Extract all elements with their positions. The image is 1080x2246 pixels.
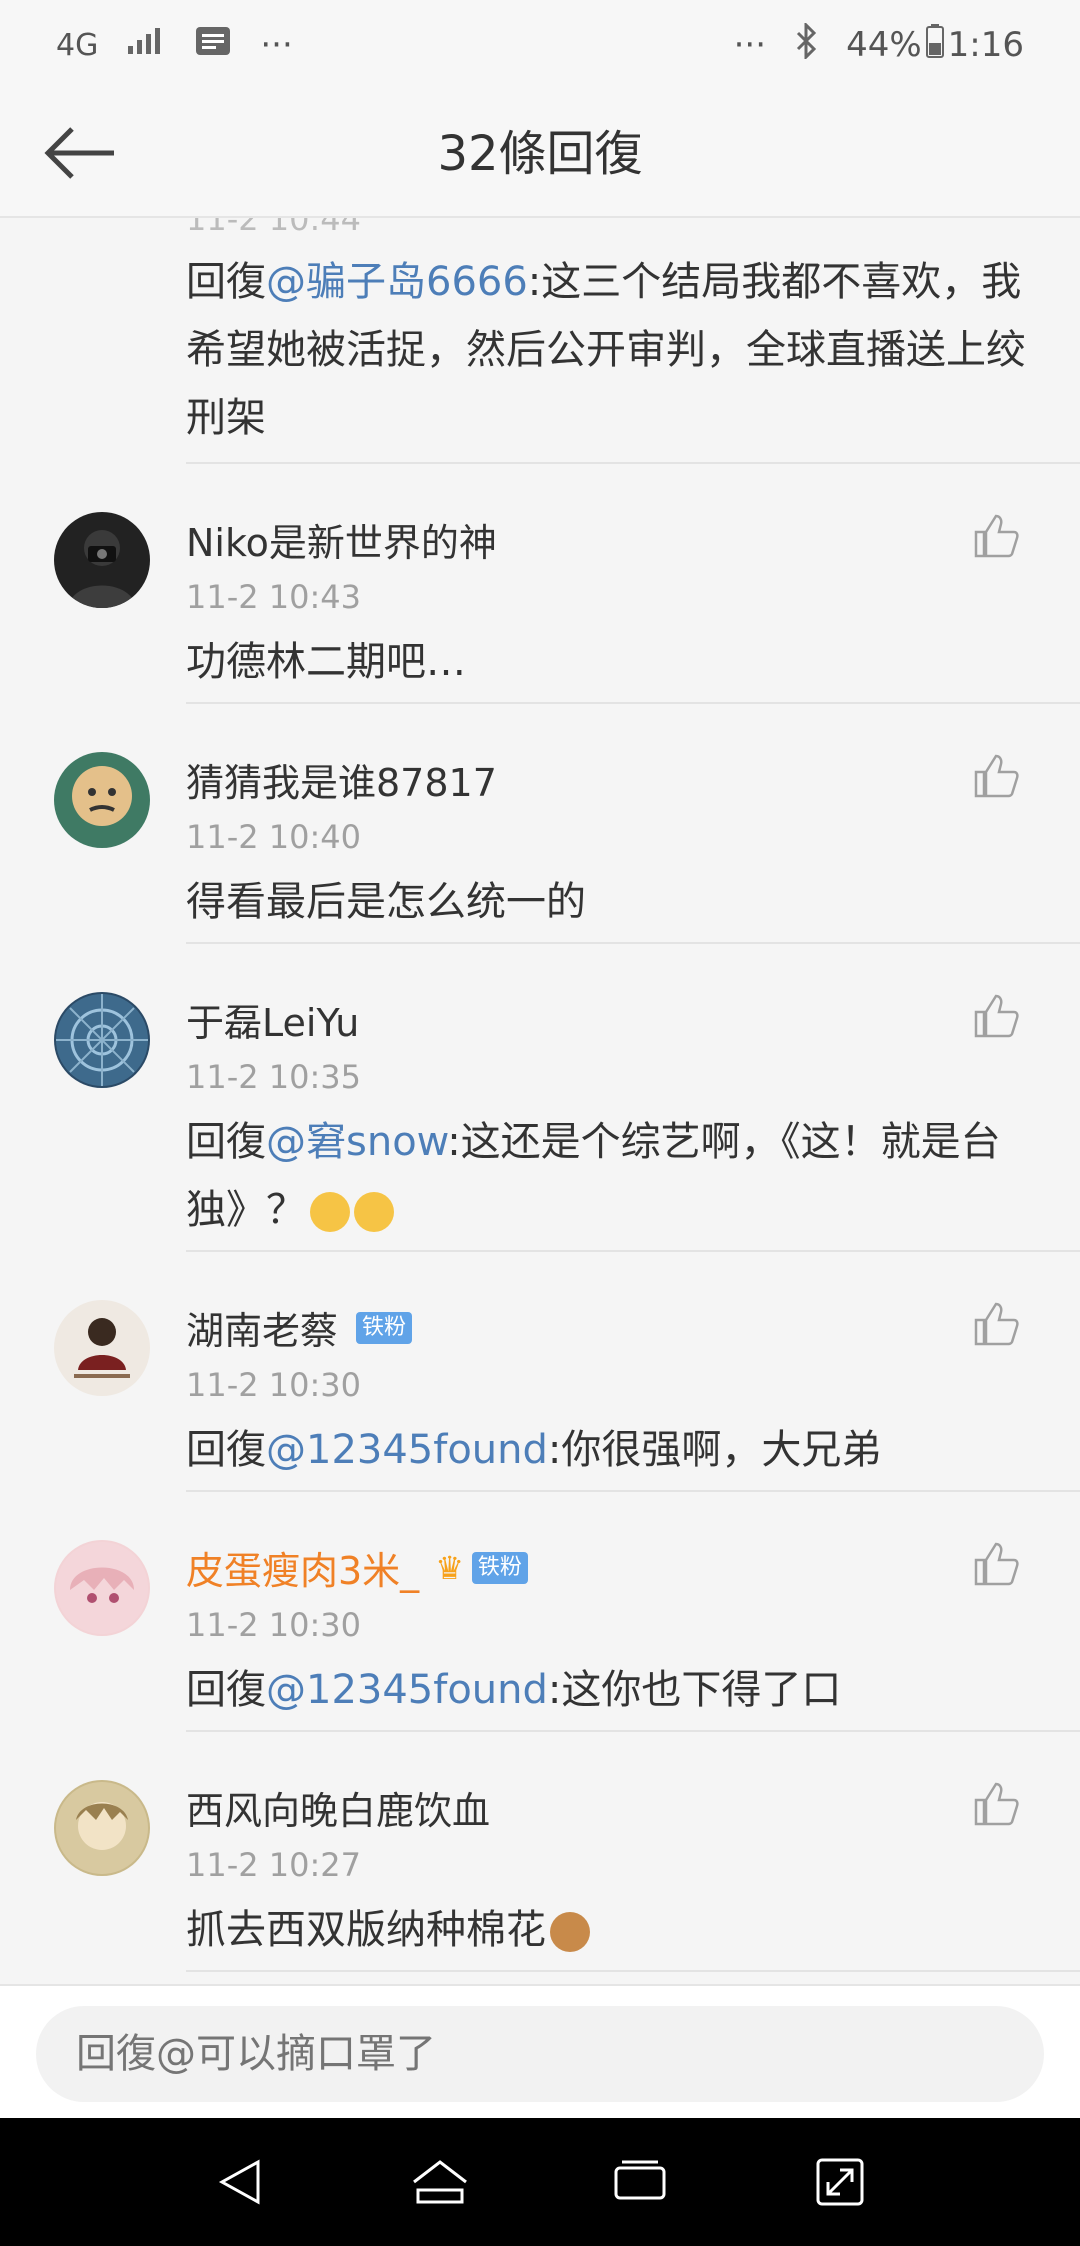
comment-username[interactable]: Niko是新世界的神 <box>186 512 497 567</box>
page-title: 32條回復 <box>437 126 643 182</box>
comment-time: 11-2 10:43 <box>186 578 362 616</box>
avatar[interactable] <box>54 1540 150 1636</box>
comment-text: 回復@12345found:这你也下得了口 <box>186 1667 842 1713</box>
laughing-emoji-icon <box>354 1192 394 1232</box>
nav-home-button[interactable] <box>400 2142 480 2222</box>
message-icon <box>194 25 232 66</box>
comment-text: 回復@窘snow:这还是个综艺啊，《这！就是台独》？ <box>186 1119 1001 1233</box>
status-bar: 4G ··· ··· 44% 1:16 <box>0 0 1080 90</box>
like-icon[interactable] <box>972 1300 1020 1348</box>
comment-text: 得看最后是怎么统一的 <box>186 879 586 925</box>
comment-text: 回復@12345found:你很强啊，大兄弟 <box>186 1427 882 1473</box>
comment-time: 11-2 10:27 <box>186 1846 362 1884</box>
clock: 1:16 <box>947 25 1024 65</box>
like-icon[interactable] <box>972 752 1020 800</box>
comment-time: 11-2 10:35 <box>186 1058 362 1096</box>
battery-percent: 44% <box>846 25 922 65</box>
comment-item[interactable]: 猜猜我是谁87817 11-2 10:40 得看最后是怎么统一的 <box>0 704 1080 942</box>
like-icon[interactable] <box>972 1780 1020 1828</box>
comment-list: 11-2 10:44 回復@骗子岛6666:这三个结局我都不喜欢，我希望她被活捉… <box>0 218 1080 1984</box>
system-nav-bar <box>0 2118 1080 2246</box>
comment-item[interactable]: 皮蛋瘦肉3米_ ♛ 铁粉 11-2 10:30 回復@12345found:这你也下… <box>0 1492 1080 1730</box>
like-icon[interactable] <box>972 512 1020 560</box>
comment-text: 功德林二期吧… <box>186 639 466 685</box>
avatar[interactable] <box>54 1300 150 1396</box>
comment-username[interactable]: 猜猜我是谁87817 <box>186 752 497 807</box>
recents-icon <box>614 2160 666 2200</box>
comment-username[interactable]: 西风向晚白鹿饮血 <box>186 1780 490 1835</box>
app-bar: 32條回復 <box>0 90 1080 218</box>
signal-icon <box>126 25 166 65</box>
nav-back-button[interactable] <box>200 2142 280 2222</box>
avatar[interactable] <box>54 752 150 848</box>
mention-link[interactable]: @窘snow <box>266 1119 447 1165</box>
reply-input[interactable] <box>36 2006 1044 2102</box>
back-button[interactable] <box>40 118 120 188</box>
mention-link[interactable]: @12345found <box>266 1667 548 1713</box>
bluetooth-icon <box>794 20 818 68</box>
back-arrow-icon <box>44 127 114 179</box>
like-icon[interactable] <box>972 992 1020 1040</box>
divider <box>186 1970 1080 1972</box>
comment-username[interactable]: 于磊LeiYu <box>186 992 359 1047</box>
nav-expand-button[interactable] <box>800 2142 880 2222</box>
triangle-back-icon <box>218 2159 260 2205</box>
comment-time: 11-2 10:44 <box>186 218 362 238</box>
more-status-icon: ··· <box>733 25 767 65</box>
comment-time: 11-2 10:30 <box>186 1366 362 1404</box>
comment-item[interactable]: 西风向晚白鹿饮血 11-2 10:27 抓去西双版纳种棉花 <box>0 1732 1080 1970</box>
comment-item[interactable]: Niko是新世界的神 11-2 10:43 功德林二期吧… <box>0 464 1080 702</box>
comment-time: 11-2 10:40 <box>186 818 362 856</box>
savoring-emoji-icon <box>310 1192 350 1232</box>
comment-username[interactable]: 皮蛋瘦肉3米_ ♛ 铁粉 <box>186 1540 528 1595</box>
mention-link[interactable]: @骗子岛6666 <box>266 259 528 305</box>
comment-item[interactable]: 于磊LeiYu 11-2 10:35 回復@窘snow:这还是个综艺啊，《这！就… <box>0 944 1080 1250</box>
more-notifications-icon: ··· <box>260 25 293 65</box>
home-icon <box>413 2160 467 2204</box>
fan-badge: 铁粉 <box>471 1551 528 1584</box>
network-type: 4G <box>56 27 99 63</box>
battery-icon <box>925 23 944 67</box>
vip-crown-icon: ♛ <box>435 1548 464 1587</box>
comment-item[interactable]: 湖南老蔡 铁粉 11-2 10:30 回復@12345found:你很强啊，大兄弟 <box>0 1252 1080 1490</box>
avatar[interactable] <box>54 1780 150 1876</box>
reply-bar <box>0 1984 1080 2118</box>
comment-time: 11-2 10:30 <box>186 1606 362 1644</box>
partial-comment[interactable]: 11-2 10:44 回復@骗子岛6666:这三个结局我都不喜欢，我希望她被活捉… <box>0 218 1080 464</box>
comment-username[interactable]: 湖南老蔡 铁粉 <box>186 1300 413 1355</box>
avatar[interactable] <box>54 992 150 1088</box>
expand-icon <box>816 2158 864 2206</box>
like-icon[interactable] <box>972 1540 1020 1588</box>
avatar[interactable] <box>54 512 150 608</box>
comment-text: 回復@骗子岛6666:这三个结局我都不喜欢，我希望她被活捉，然后公开审判，全球直… <box>186 259 1026 441</box>
monkey-emoji-icon <box>550 1912 590 1952</box>
mention-link[interactable]: @12345found <box>266 1427 548 1473</box>
comment-text: 抓去西双版纳种棉花 <box>186 1896 1036 1964</box>
nav-recents-button[interactable] <box>600 2142 680 2222</box>
fan-badge: 铁粉 <box>356 1311 413 1344</box>
